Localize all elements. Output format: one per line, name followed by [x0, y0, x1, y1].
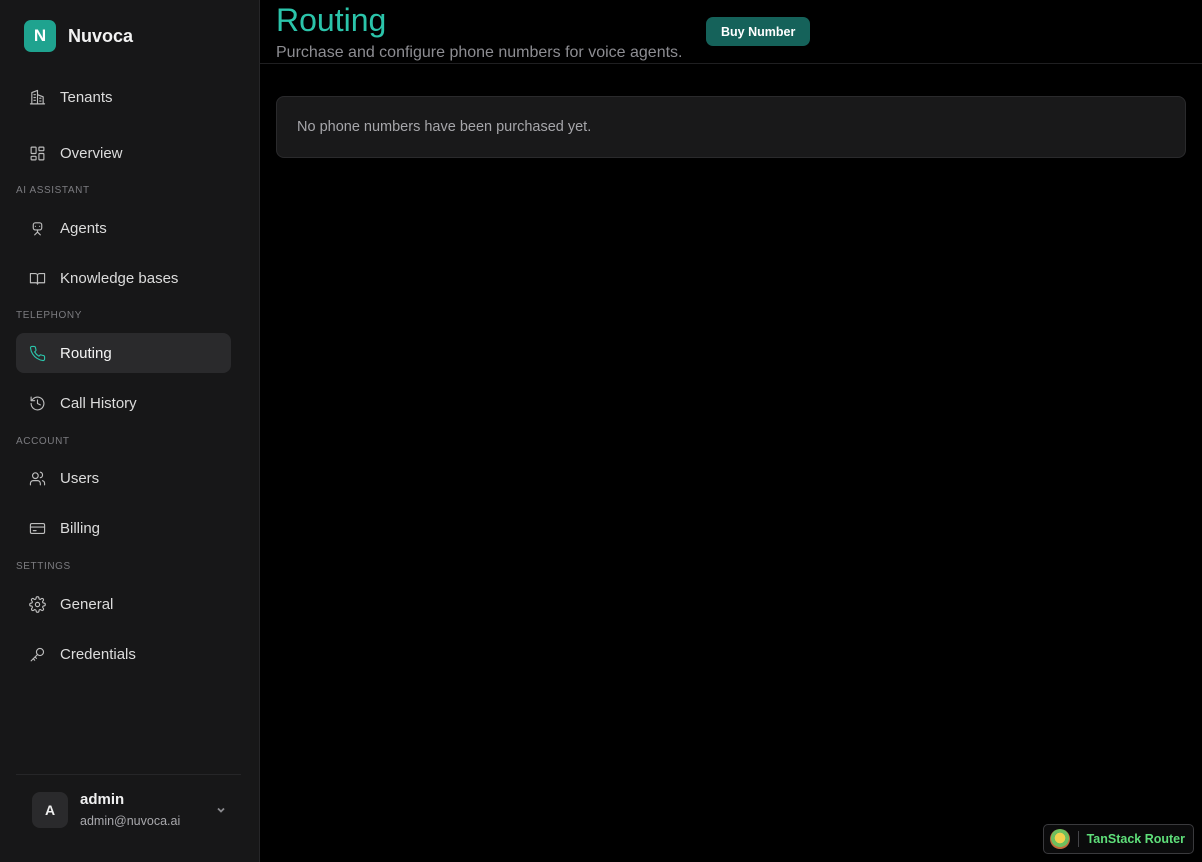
sidebar-item-call-history[interactable]: Call History	[16, 383, 231, 423]
page-subtitle: Purchase and configure phone numbers for…	[276, 44, 683, 61]
tanstack-logo-icon	[1049, 829, 1070, 849]
building-icon	[28, 88, 46, 106]
divider	[1077, 831, 1079, 847]
sidebar-item-label: Routing	[60, 344, 112, 362]
main-content: Routing Purchase and configure phone num…	[260, 0, 1202, 862]
section-label-ai-assistant: AI ASSISTANT	[16, 185, 90, 196]
app-root: N Nuvoca Tenants Overview AI ASSISTANT A…	[0, 0, 1202, 862]
user-info: admin admin@nuvoca.ai	[80, 791, 180, 828]
sidebar-item-routing[interactable]: Routing	[16, 333, 231, 373]
page-title: Routing	[276, 2, 387, 38]
empty-state-message: No phone numbers have been purchased yet…	[297, 119, 592, 135]
avatar: A	[32, 791, 68, 828]
credit-card-icon	[28, 519, 46, 537]
book-icon	[28, 269, 46, 287]
user-menu[interactable]: A admin admin@nuvoca.ai	[16, 774, 241, 844]
sidebar-item-label: General	[60, 595, 114, 613]
sidebar-item-billing[interactable]: Billing	[16, 508, 231, 548]
section-label-account: ACCOUNT	[16, 436, 70, 447]
sidebar-item-overview[interactable]: Overview	[16, 133, 231, 173]
sidebar-item-label: Call History	[60, 394, 137, 412]
sidebar-item-label: Billing	[60, 519, 101, 537]
page-header: Routing Purchase and configure phone num…	[260, 0, 1202, 64]
buy-number-button[interactable]: Buy Number	[706, 17, 811, 46]
sidebar: N Nuvoca Tenants Overview AI ASSISTANT A…	[0, 0, 260, 862]
history-icon	[28, 394, 46, 412]
sidebar-item-knowledge-bases[interactable]: Knowledge bases	[16, 258, 231, 298]
user-email: admin@nuvoca.ai	[80, 814, 181, 828]
sidebar-item-agents[interactable]: Agents	[16, 208, 231, 248]
section-label-telephony: TELEPHONY	[16, 310, 82, 321]
devtools-label: TanStack Router	[1086, 832, 1185, 846]
sidebar-item-label: Knowledge bases	[60, 269, 179, 287]
sidebar-item-label: Credentials	[60, 645, 136, 663]
brand-logo: N	[24, 20, 56, 52]
user-name: admin	[80, 791, 125, 808]
tanstack-router-devtools-button[interactable]: TanStack Router	[1042, 824, 1194, 854]
gear-icon	[28, 595, 46, 613]
sidebar-item-credentials[interactable]: Credentials	[16, 634, 231, 674]
users-icon	[28, 469, 46, 487]
sidebar-item-label: Users	[60, 469, 100, 487]
key-icon	[28, 645, 46, 663]
sidebar-item-tenants[interactable]: Tenants	[16, 77, 231, 117]
sidebar-item-users[interactable]: Users	[16, 458, 231, 498]
sidebar-item-label: Overview	[60, 144, 123, 162]
sidebar-item-label: Agents	[60, 219, 107, 237]
section-label-settings: SETTINGS	[16, 561, 71, 572]
brand[interactable]: N Nuvoca	[24, 20, 133, 52]
robot-icon	[28, 219, 46, 237]
phone-icon	[28, 344, 46, 362]
chevron-down-icon	[215, 803, 227, 815]
sidebar-item-general[interactable]: General	[16, 584, 231, 624]
dashboard-icon	[28, 144, 46, 162]
empty-state-card: No phone numbers have been purchased yet…	[276, 96, 1186, 158]
brand-name: Nuvoca	[68, 25, 134, 46]
sidebar-item-label: Tenants	[60, 88, 113, 106]
